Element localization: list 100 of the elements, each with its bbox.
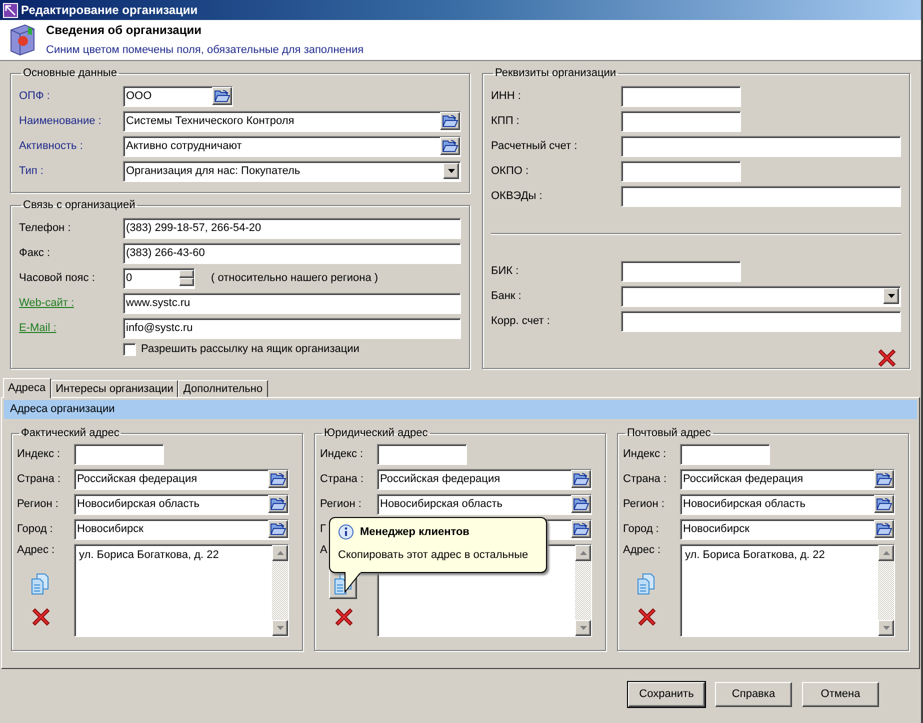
group-title: Связь с организацией: [22, 198, 136, 213]
scroll-down-button[interactable]: [878, 620, 894, 636]
folder-icon: [876, 497, 892, 511]
tab[interactable]: Адреса: [3, 378, 51, 398]
spin-field[interactable]: 0: [123, 268, 195, 288]
tooltip-title: Менеджер клиентов: [360, 525, 470, 540]
lookup-field[interactable]: Активно сотрудничают: [123, 136, 461, 156]
input-field[interactable]: [74, 444, 164, 464]
up-arrow-icon: [276, 550, 284, 554]
book-icon: [8, 24, 36, 56]
browse-button[interactable]: [268, 470, 288, 488]
lookup-field[interactable]: Новосибирская область: [74, 494, 289, 514]
tooltip-text: Скопировать этот адрес в остальные: [338, 548, 530, 562]
input-field[interactable]: (383) 266-43-60: [123, 242, 461, 264]
browse-button[interactable]: [571, 470, 591, 488]
scroll-down-button[interactable]: [575, 620, 591, 636]
address-field[interactable]: ул. Бориса Богаткова, д. 22: [680, 544, 895, 636]
info-icon: [338, 524, 354, 540]
input-field[interactable]: [621, 310, 901, 332]
field-label: Банк :: [491, 290, 522, 302]
down-arrow-icon: [276, 626, 284, 630]
dropdown-button[interactable]: [883, 288, 899, 304]
lookup-field[interactable]: Новосибирск: [74, 518, 289, 540]
browse-button[interactable]: [268, 495, 288, 513]
scrollbar[interactable]: [878, 544, 894, 636]
group-title: Юридический адрес: [323, 426, 429, 441]
scrollbar[interactable]: [575, 544, 591, 636]
scroll-down-button[interactable]: [272, 620, 288, 636]
input-field[interactable]: www.systc.ru: [123, 292, 461, 314]
field-label: Индекс :: [623, 448, 666, 460]
lookup-field[interactable]: Новосибирская область: [377, 494, 592, 514]
field-label: ОПФ :: [19, 90, 50, 102]
tab[interactable]: Интересы организации: [50, 380, 178, 397]
browse-button[interactable]: [571, 495, 591, 513]
group-title: Фактический адрес: [20, 426, 120, 441]
dropdown-button[interactable]: [443, 163, 459, 179]
field-label: Регион :: [17, 498, 58, 510]
window-title: Редактирование организации: [21, 2, 198, 19]
scroll-up-button[interactable]: [878, 544, 894, 560]
field-label: Страна :: [17, 472, 61, 484]
checkbox-label: Разрешить рассылку на ящик организации: [141, 342, 360, 356]
dialog-button[interactable]: Отмена: [802, 682, 879, 707]
input-field[interactable]: [621, 186, 901, 206]
tab[interactable]: Дополнительно: [178, 380, 268, 397]
spin-up-button[interactable]: [179, 270, 194, 278]
lookup-field[interactable]: Новосибирская область: [680, 494, 895, 514]
scroll-up-button[interactable]: [272, 544, 288, 560]
dialog-button[interactable]: Справка: [715, 682, 792, 707]
input-field[interactable]: [621, 86, 741, 106]
app-icon: [3, 2, 18, 18]
group-title: Реквизиты организации: [494, 66, 618, 81]
browse-button[interactable]: [571, 520, 591, 538]
dialog-button[interactable]: Сохранить: [628, 682, 705, 707]
lookup-field[interactable]: ООО: [123, 86, 233, 106]
lookup-field[interactable]: Российская федерация: [74, 468, 289, 490]
folder-icon: [573, 522, 589, 536]
field-label: Активность :: [19, 140, 83, 152]
field-label: Индекс :: [320, 448, 364, 460]
folder-icon: [270, 522, 286, 536]
copy-icon: [636, 572, 656, 594]
scroll-up-button[interactable]: [575, 544, 591, 560]
lookup-field[interactable]: Системы Технического Контроля: [123, 110, 461, 132]
field-label: Часовой пояс :: [19, 272, 95, 284]
browse-button[interactable]: [874, 495, 894, 513]
address-field[interactable]: ул. Бориса Богаткова, д. 22: [74, 544, 289, 636]
lookup-field[interactable]: Российская федерация: [377, 468, 592, 490]
field-label: Корр. счет :: [491, 314, 550, 326]
browse-button[interactable]: [440, 112, 460, 130]
field-label: Г: [320, 522, 326, 534]
group-title: Основные данные: [22, 66, 118, 81]
spin-down-button[interactable]: [179, 278, 194, 286]
checkbox[interactable]: [123, 342, 136, 356]
browse-button[interactable]: [440, 137, 460, 155]
input-field[interactable]: info@systc.ru: [123, 318, 461, 338]
browse-button[interactable]: [268, 520, 288, 538]
lookup-field[interactable]: Российская федерация: [680, 468, 895, 490]
down-arrow-icon: [882, 626, 890, 630]
field-label: БИК :: [491, 264, 519, 276]
lookup-field[interactable]: Новосибирск: [680, 518, 895, 540]
input-field[interactable]: [621, 110, 741, 132]
field-label: ИНН :: [491, 90, 521, 102]
input-field[interactable]: [621, 160, 741, 182]
browse-button[interactable]: [874, 470, 894, 488]
scrollbar[interactable]: [272, 544, 288, 636]
field-note: ( относительно нашего региона ): [211, 270, 378, 286]
input-field[interactable]: (383) 299-18-57, 266-54-20: [123, 218, 461, 238]
field-label: Страна :: [623, 472, 667, 484]
dropdown-field[interactable]: [621, 286, 901, 306]
folder-icon: [876, 472, 892, 486]
input-field[interactable]: [377, 444, 467, 464]
folder-icon: [214, 89, 230, 103]
caret-icon: [448, 169, 454, 173]
browse-button[interactable]: [874, 520, 894, 538]
input-field[interactable]: [680, 444, 770, 464]
field-label: Регион :: [320, 498, 362, 510]
input-field[interactable]: [621, 136, 901, 156]
field-label: Факс :: [19, 246, 50, 258]
input-field[interactable]: [621, 260, 741, 282]
browse-button[interactable]: [212, 87, 232, 105]
dropdown-field[interactable]: Организация для нас: Покупатель: [123, 160, 461, 182]
